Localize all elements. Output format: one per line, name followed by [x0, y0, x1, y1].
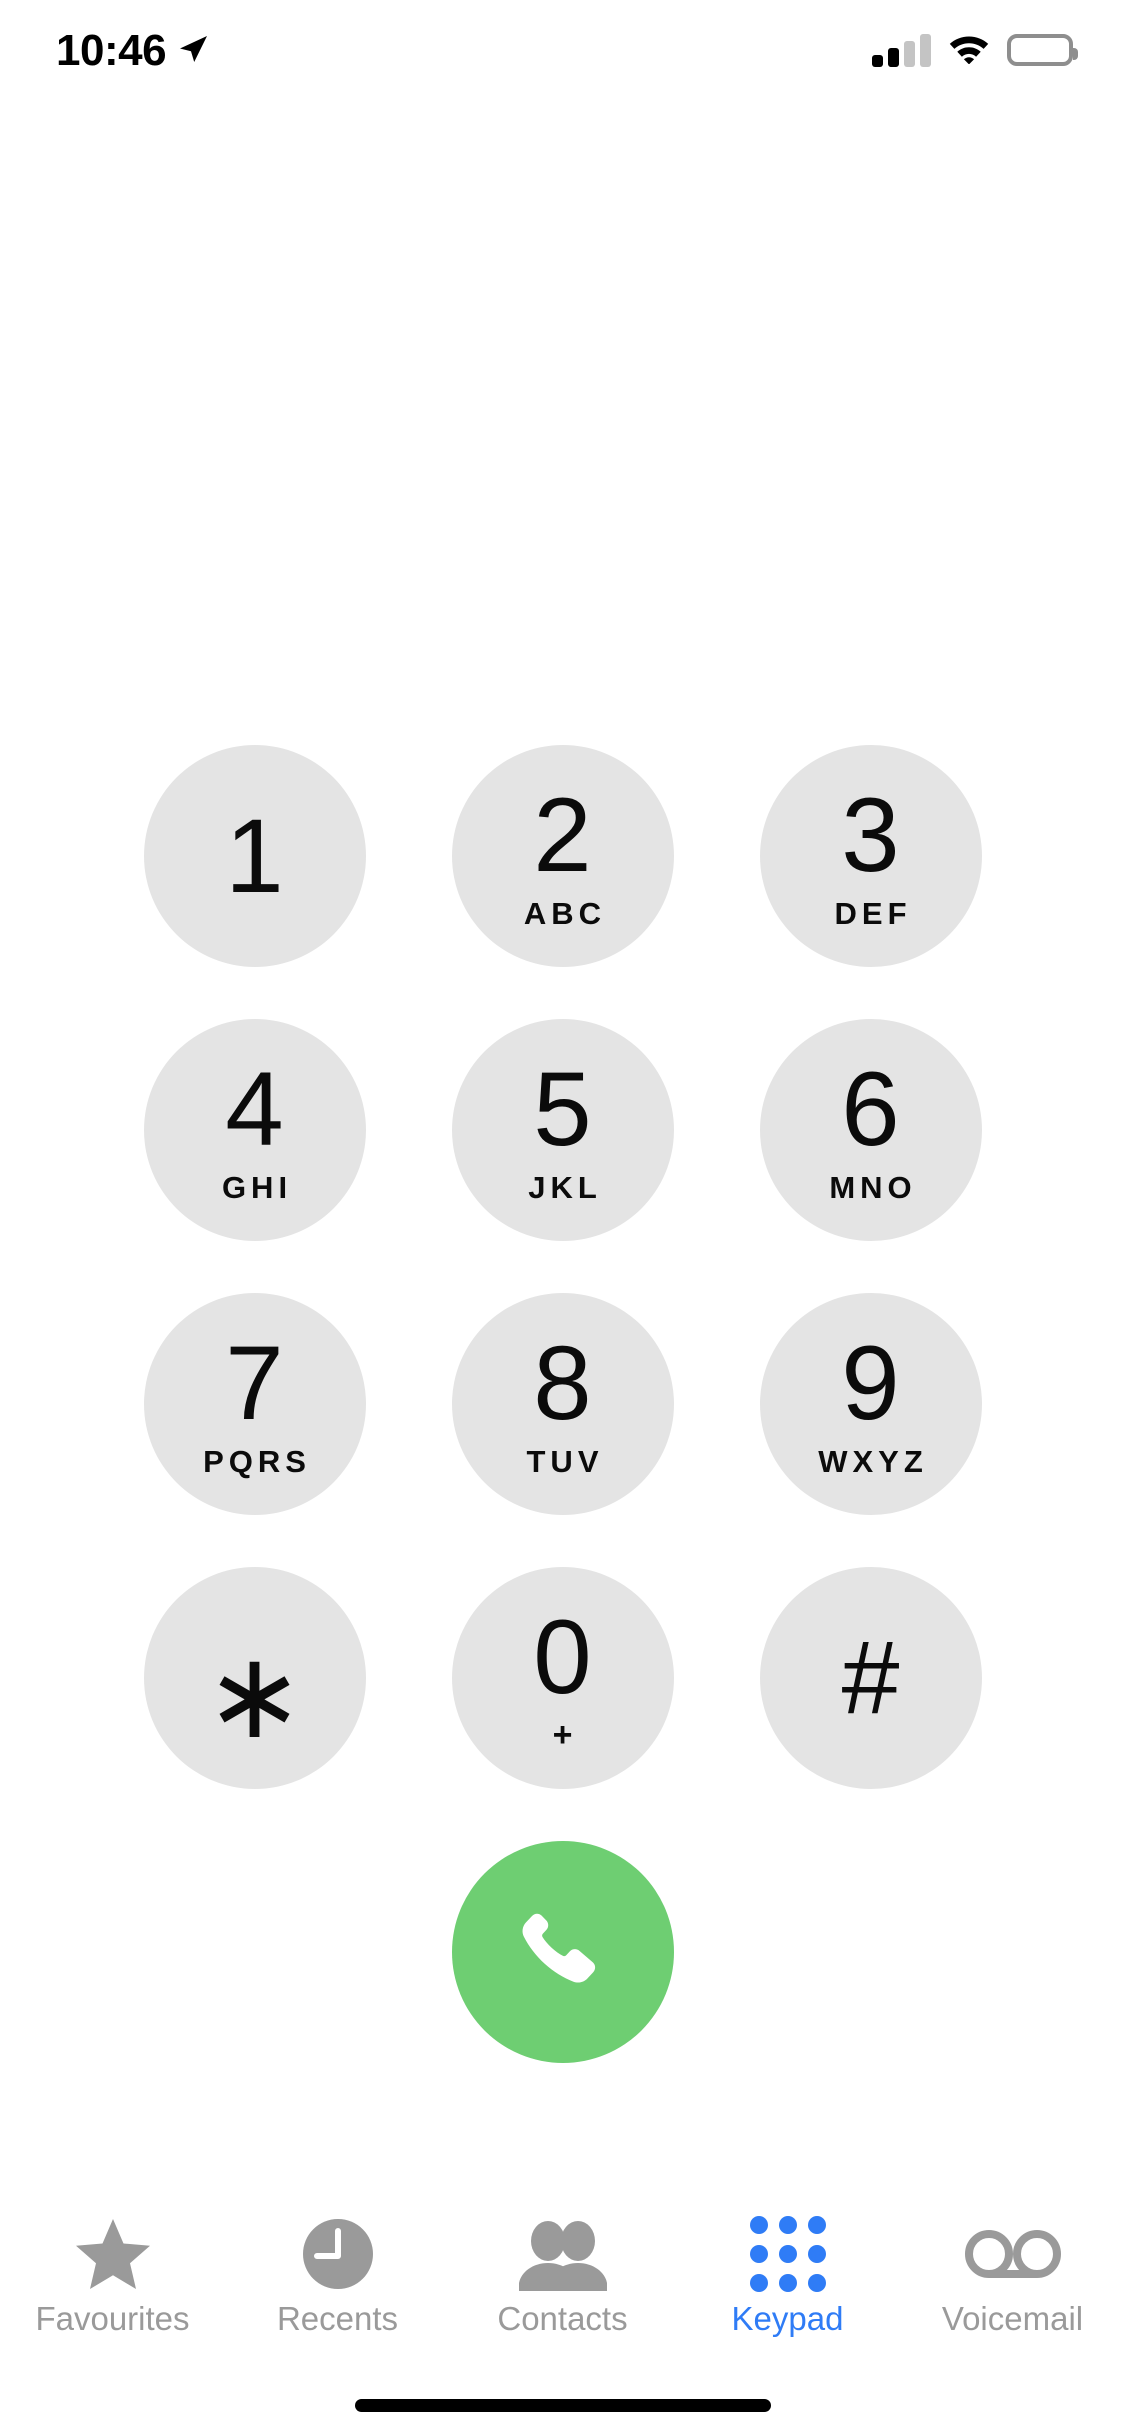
key-3-letters: DEF — [834, 896, 912, 931]
home-indicator[interactable] — [354, 2399, 771, 2412]
dialer-keypad: 1 2 ABC 3 DEF 4 GHI 5 JKL 6 MNO 7 PQRS 8… — [0, 745, 1125, 2063]
key-2-digit: 2 — [533, 777, 592, 894]
key-5-letters: JKL — [528, 1170, 602, 1205]
tab-recents-label: Recents — [276, 2300, 399, 2337]
key-7-digit: 7 — [225, 1325, 284, 1442]
call-button[interactable] — [451, 1841, 674, 2063]
key-6-digit: 6 — [841, 1051, 900, 1168]
tab-voicemail-label: Voicemail — [941, 2300, 1084, 2337]
tab-favourites[interactable]: Favourites — [0, 2214, 225, 2335]
battery-icon — [1007, 33, 1078, 66]
tab-contacts[interactable]: Contacts — [450, 2214, 675, 2335]
status-bar: 10:46 — [0, 0, 1125, 100]
key-7-letters: PQRS — [203, 1444, 311, 1479]
wifi-icon — [947, 30, 991, 69]
phone-handset-icon — [508, 1895, 618, 2010]
tab-voicemail[interactable]: Voicemail — [900, 2214, 1125, 2335]
key-hash[interactable]: # — [759, 1567, 982, 1789]
keypad-row-3: 7 PQRS 8 TUV 9 WXYZ — [0, 1293, 1125, 1515]
cellular-signal-icon — [872, 33, 931, 67]
tab-keypad-label: Keypad — [731, 2300, 844, 2337]
tab-contacts-label: Contacts — [497, 2300, 628, 2337]
key-7[interactable]: 7 PQRS — [143, 1293, 366, 1515]
contacts-people-icon — [517, 2214, 609, 2294]
key-2-letters: ABC — [523, 896, 607, 931]
key-star[interactable]: ∗ — [143, 1567, 366, 1789]
key-4-letters: GHI — [221, 1170, 293, 1205]
key-6[interactable]: 6 MNO — [759, 1019, 982, 1241]
key-8[interactable]: 8 TUV — [451, 1293, 674, 1515]
call-button-row — [0, 1841, 1125, 2063]
key-4-digit: 4 — [225, 1051, 284, 1168]
key-1-digit: 1 — [225, 797, 284, 915]
key-9-letters: WXYZ — [818, 1444, 928, 1479]
key-8-digit: 8 — [533, 1325, 592, 1442]
key-0[interactable]: 0 + — [451, 1567, 674, 1789]
tab-favourites-label: Favourites — [35, 2300, 190, 2337]
keypad-grid-icon — [749, 2214, 826, 2294]
key-0-digit: 0 — [533, 1598, 592, 1716]
status-bar-right — [872, 30, 1078, 69]
location-arrow-icon — [176, 32, 210, 71]
key-0-plus: + — [552, 1715, 573, 1754]
asterisk-icon: ∗ — [204, 1629, 305, 1763]
star-icon — [74, 2214, 152, 2294]
key-3[interactable]: 3 DEF — [759, 745, 982, 967]
key-1[interactable]: 1 — [143, 745, 366, 967]
key-5-digit: 5 — [533, 1051, 592, 1168]
key-9-digit: 9 — [841, 1325, 900, 1442]
key-5[interactable]: 5 JKL — [451, 1019, 674, 1241]
key-9[interactable]: 9 WXYZ — [759, 1293, 982, 1515]
clock-icon — [301, 2214, 375, 2294]
tab-keypad[interactable]: Keypad — [675, 2214, 900, 2335]
keypad-row-1: 1 2 ABC 3 DEF — [0, 745, 1125, 967]
key-2[interactable]: 2 ABC — [451, 745, 674, 967]
hash-icon: # — [841, 1620, 900, 1736]
key-3-digit: 3 — [841, 777, 900, 894]
status-bar-left: 10:46 — [56, 29, 210, 73]
status-bar-clock: 10:46 — [56, 26, 167, 75]
key-6-letters: MNO — [829, 1170, 917, 1205]
tab-bar: Favourites Recents Contacts Keypad Voice… — [0, 2200, 1125, 2350]
voicemail-icon — [964, 2214, 1061, 2294]
keypad-row-4: ∗ 0 + # — [0, 1567, 1125, 1789]
key-4[interactable]: 4 GHI — [143, 1019, 366, 1241]
keypad-row-2: 4 GHI 5 JKL 6 MNO — [0, 1019, 1125, 1241]
key-8-letters: TUV — [526, 1444, 604, 1479]
tab-recents[interactable]: Recents — [225, 2214, 450, 2335]
